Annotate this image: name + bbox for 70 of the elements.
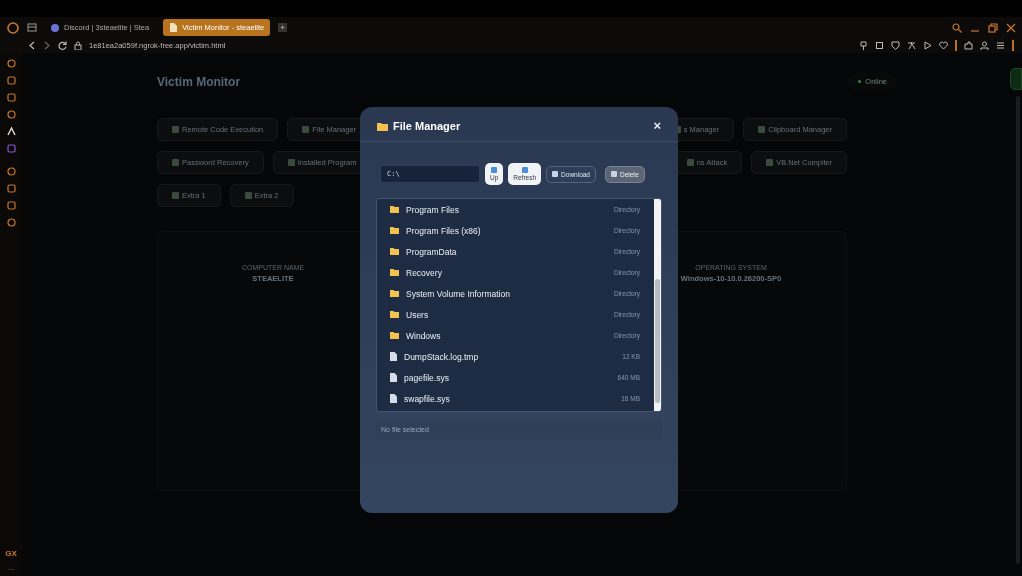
- file-name: Users: [406, 309, 430, 320]
- square-icon: [758, 126, 766, 133]
- file-name: Windows: [406, 330, 442, 341]
- scrollbar-thumb[interactable]: [655, 279, 660, 403]
- square-icon: [172, 159, 179, 166]
- file-name: System Volume Information: [406, 288, 511, 299]
- file-name: pagefile.sys: [404, 372, 450, 383]
- dialog-title: File Manager: [393, 120, 461, 132]
- square-icon: [244, 192, 252, 199]
- square-icon: [491, 167, 498, 173]
- chat-bubble-icon: [51, 23, 59, 32]
- document-icon: [390, 352, 397, 361]
- profile-icon[interactable]: [980, 41, 989, 50]
- folder-icon: [390, 311, 399, 318]
- folder-icon: [390, 227, 399, 234]
- square-icon: [611, 171, 617, 177]
- file-name: Program Files: [406, 204, 460, 215]
- square-icon[interactable]: [6, 93, 16, 102]
- document-icon: [390, 373, 397, 382]
- square-icon: [686, 159, 694, 166]
- new-tab-button[interactable]: +: [278, 23, 288, 32]
- heart-icon[interactable]: [939, 41, 948, 50]
- search-icon[interactable]: [952, 22, 962, 33]
- square-icon: [552, 171, 559, 177]
- square-icon: [766, 159, 774, 166]
- folder-icon: [390, 290, 399, 297]
- translate-icon[interactable]: [907, 41, 916, 50]
- file-name: Recovery: [406, 267, 443, 278]
- folder-icon: [390, 206, 399, 213]
- folder-icon: [377, 121, 388, 131]
- ring-logo-icon[interactable]: [7, 21, 19, 34]
- status-dot: [858, 80, 862, 83]
- square-icon[interactable]: [875, 41, 884, 50]
- folder-icon: [390, 332, 399, 339]
- page-icon: [169, 23, 178, 32]
- circle-icon[interactable]: [6, 110, 16, 119]
- page-title: Victim Monitor: [157, 74, 241, 89]
- sidebar-badge[interactable]: GX: [5, 549, 17, 558]
- folder-icon: [390, 248, 399, 255]
- folder-icon: [390, 269, 399, 276]
- square-icon: [521, 167, 528, 173]
- forward-icon[interactable]: [43, 41, 51, 50]
- square-icon[interactable]: [6, 76, 16, 85]
- back-icon[interactable]: [28, 41, 36, 50]
- file-name: DumpStack.log.tmp: [404, 351, 480, 362]
- play-icon[interactable]: [923, 41, 932, 50]
- scrollbar[interactable]: [654, 199, 661, 411]
- menu-icon[interactable]: [996, 41, 1005, 50]
- file-name: swapfile.sys: [404, 393, 451, 404]
- tab-strip-icon[interactable]: [27, 23, 37, 32]
- file-name: Program Files (x86): [406, 225, 482, 236]
- lock-icon: [74, 41, 82, 50]
- close-button[interactable]: ×: [653, 120, 661, 132]
- pin-icon[interactable]: [859, 41, 868, 50]
- close-icon[interactable]: [1006, 22, 1016, 33]
- shield-icon[interactable]: [891, 41, 900, 50]
- file-name: ProgramData: [406, 246, 458, 257]
- restore-icon[interactable]: [988, 22, 998, 33]
- square-icon[interactable]: [6, 201, 16, 210]
- square-icon: [172, 192, 179, 199]
- circle-icon[interactable]: [6, 59, 16, 68]
- square-icon: [172, 126, 179, 133]
- reload-icon[interactable]: [58, 41, 67, 50]
- square-icon: [287, 159, 295, 166]
- circle-icon[interactable]: [6, 218, 16, 227]
- square-icon: [302, 126, 310, 133]
- document-icon: [390, 394, 397, 403]
- square-icon[interactable]: [6, 184, 16, 193]
- puzzle-icon[interactable]: [964, 41, 973, 50]
- circle-icon[interactable]: [6, 167, 16, 176]
